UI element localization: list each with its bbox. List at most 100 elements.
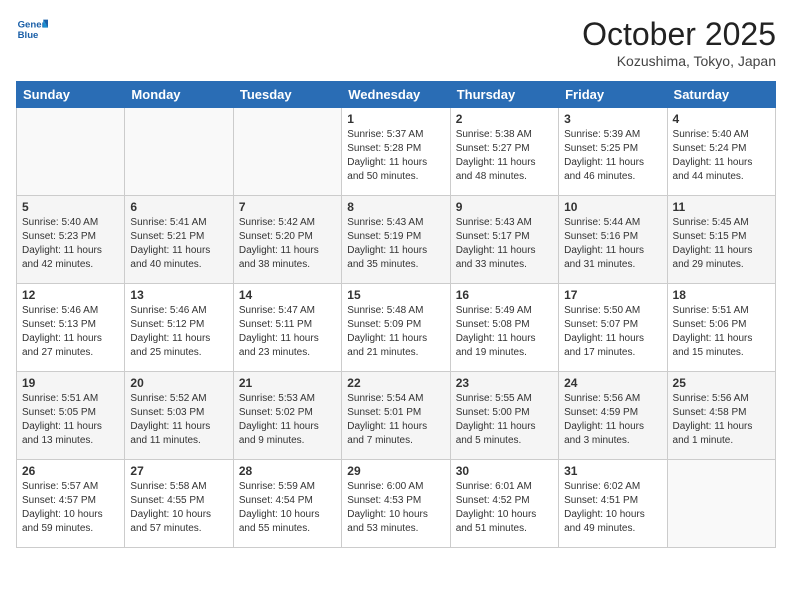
week-row-3: 12 Sunrise: 5:46 AM Sunset: 5:13 PM Dayli… — [17, 284, 776, 372]
cell-info: Sunrise: 5:55 AM Sunset: 5:00 PM Dayligh… — [456, 392, 553, 448]
day-number: 9 — [456, 200, 553, 214]
cell-info: Sunrise: 5:57 AM Sunset: 4:57 PM Dayligh… — [22, 480, 119, 536]
calendar-cell: 27 Sunrise: 5:58 AM Sunset: 4:55 PM Dayli… — [125, 460, 233, 548]
calendar-cell: 5 Sunrise: 5:40 AM Sunset: 5:23 PM Daylig… — [17, 196, 125, 284]
calendar-cell: 8 Sunrise: 5:43 AM Sunset: 5:19 PM Daylig… — [342, 196, 450, 284]
calendar-cell — [125, 108, 233, 196]
cell-info: Sunrise: 6:00 AM Sunset: 4:53 PM Dayligh… — [347, 480, 444, 536]
page-header: General Blue October 2025 Kozushima, Tok… — [16, 16, 776, 69]
cell-info: Sunrise: 5:58 AM Sunset: 4:55 PM Dayligh… — [130, 480, 227, 536]
cell-info: Sunrise: 6:01 AM Sunset: 4:52 PM Dayligh… — [456, 480, 553, 536]
day-number: 18 — [673, 288, 770, 302]
day-number: 4 — [673, 112, 770, 126]
calendar-cell: 12 Sunrise: 5:46 AM Sunset: 5:13 PM Dayli… — [17, 284, 125, 372]
col-header-monday: Monday — [125, 82, 233, 108]
day-number: 20 — [130, 376, 227, 390]
day-number: 2 — [456, 112, 553, 126]
cell-info: Sunrise: 5:37 AM Sunset: 5:28 PM Dayligh… — [347, 128, 444, 184]
calendar-cell: 6 Sunrise: 5:41 AM Sunset: 5:21 PM Daylig… — [125, 196, 233, 284]
cell-info: Sunrise: 5:47 AM Sunset: 5:11 PM Dayligh… — [239, 304, 336, 360]
col-header-sunday: Sunday — [17, 82, 125, 108]
location: Kozushima, Tokyo, Japan — [582, 53, 776, 69]
cell-info: Sunrise: 5:46 AM Sunset: 5:13 PM Dayligh… — [22, 304, 119, 360]
calendar-cell: 31 Sunrise: 6:02 AM Sunset: 4:51 PM Dayli… — [559, 460, 667, 548]
svg-text:Blue: Blue — [18, 30, 39, 41]
cell-info: Sunrise: 5:56 AM Sunset: 4:58 PM Dayligh… — [673, 392, 770, 448]
calendar-cell: 4Sunrise: 5:40 AM Sunset: 5:24 PM Daylig… — [667, 108, 775, 196]
cell-info: Sunrise: 5:39 AM Sunset: 5:25 PM Dayligh… — [564, 128, 661, 184]
calendar-cell: 22 Sunrise: 5:54 AM Sunset: 5:01 PM Dayli… — [342, 372, 450, 460]
day-number: 6 — [130, 200, 227, 214]
logo: General Blue — [16, 16, 48, 44]
calendar-cell: 3 Sunrise: 5:39 AM Sunset: 5:25 PM Daylig… — [559, 108, 667, 196]
calendar-cell: 15Sunrise: 5:48 AM Sunset: 5:09 PM Dayli… — [342, 284, 450, 372]
cell-info: Sunrise: 5:46 AM Sunset: 5:12 PM Dayligh… — [130, 304, 227, 360]
day-number: 3 — [564, 112, 661, 126]
cell-info: Sunrise: 5:50 AM Sunset: 5:07 PM Dayligh… — [564, 304, 661, 360]
calendar-cell: 20 Sunrise: 5:52 AM Sunset: 5:03 PM Dayli… — [125, 372, 233, 460]
col-header-thursday: Thursday — [450, 82, 558, 108]
calendar-cell: 11 Sunrise: 5:45 AM Sunset: 5:15 PM Dayli… — [667, 196, 775, 284]
day-number: 21 — [239, 376, 336, 390]
cell-info: Sunrise: 5:54 AM Sunset: 5:01 PM Dayligh… — [347, 392, 444, 448]
calendar-cell: 13Sunrise: 5:46 AM Sunset: 5:12 PM Dayli… — [125, 284, 233, 372]
col-header-wednesday: Wednesday — [342, 82, 450, 108]
calendar-table: SundayMondayTuesdayWednesdayThursdayFrid… — [16, 81, 776, 548]
cell-info: Sunrise: 5:42 AM Sunset: 5:20 PM Dayligh… — [239, 216, 336, 272]
day-number: 14 — [239, 288, 336, 302]
day-number: 31 — [564, 464, 661, 478]
cell-info: Sunrise: 5:49 AM Sunset: 5:08 PM Dayligh… — [456, 304, 553, 360]
day-number: 19 — [22, 376, 119, 390]
calendar-cell — [233, 108, 341, 196]
day-number: 17 — [564, 288, 661, 302]
cell-info: Sunrise: 5:53 AM Sunset: 5:02 PM Dayligh… — [239, 392, 336, 448]
day-number: 12 — [22, 288, 119, 302]
day-number: 5 — [22, 200, 119, 214]
calendar-cell: 28 Sunrise: 5:59 AM Sunset: 4:54 PM Dayli… — [233, 460, 341, 548]
calendar-cell: 18 Sunrise: 5:51 AM Sunset: 5:06 PM Dayli… — [667, 284, 775, 372]
col-header-tuesday: Tuesday — [233, 82, 341, 108]
day-number: 15 — [347, 288, 444, 302]
calendar-cell: 9Sunrise: 5:43 AM Sunset: 5:17 PM Daylig… — [450, 196, 558, 284]
col-header-saturday: Saturday — [667, 82, 775, 108]
day-number: 27 — [130, 464, 227, 478]
day-number: 8 — [347, 200, 444, 214]
day-number: 7 — [239, 200, 336, 214]
month-title: October 2025 — [582, 16, 776, 53]
calendar-cell: 17 Sunrise: 5:50 AM Sunset: 5:07 PM Dayli… — [559, 284, 667, 372]
cell-info: Sunrise: 5:45 AM Sunset: 5:15 PM Dayligh… — [673, 216, 770, 272]
calendar-cell: 14 Sunrise: 5:47 AM Sunset: 5:11 PM Dayli… — [233, 284, 341, 372]
cell-info: Sunrise: 5:44 AM Sunset: 5:16 PM Dayligh… — [564, 216, 661, 272]
cell-info: Sunrise: 5:38 AM Sunset: 5:27 PM Dayligh… — [456, 128, 553, 184]
calendar-cell: 29 Sunrise: 6:00 AM Sunset: 4:53 PM Dayli… — [342, 460, 450, 548]
calendar-cell: 1 Sunrise: 5:37 AM Sunset: 5:28 PM Daylig… — [342, 108, 450, 196]
day-number: 11 — [673, 200, 770, 214]
calendar-cell: 30Sunrise: 6:01 AM Sunset: 4:52 PM Dayli… — [450, 460, 558, 548]
week-row-4: 19 Sunrise: 5:51 AM Sunset: 5:05 PM Dayli… — [17, 372, 776, 460]
day-number: 25 — [673, 376, 770, 390]
calendar-cell: 16 Sunrise: 5:49 AM Sunset: 5:08 PM Dayli… — [450, 284, 558, 372]
calendar-cell: 10 Sunrise: 5:44 AM Sunset: 5:16 PM Dayli… — [559, 196, 667, 284]
cell-info: Sunrise: 6:02 AM Sunset: 4:51 PM Dayligh… — [564, 480, 661, 536]
logo-icon: General Blue — [16, 16, 48, 44]
calendar-cell: 25 Sunrise: 5:56 AM Sunset: 4:58 PM Dayli… — [667, 372, 775, 460]
title-block: October 2025 Kozushima, Tokyo, Japan — [582, 16, 776, 69]
cell-info: Sunrise: 5:56 AM Sunset: 4:59 PM Dayligh… — [564, 392, 661, 448]
day-number: 16 — [456, 288, 553, 302]
cell-info: Sunrise: 5:51 AM Sunset: 5:05 PM Dayligh… — [22, 392, 119, 448]
day-number: 29 — [347, 464, 444, 478]
cell-info: Sunrise: 5:43 AM Sunset: 5:19 PM Dayligh… — [347, 216, 444, 272]
day-number: 26 — [22, 464, 119, 478]
cell-info: Sunrise: 5:41 AM Sunset: 5:21 PM Dayligh… — [130, 216, 227, 272]
day-number: 1 — [347, 112, 444, 126]
day-number: 10 — [564, 200, 661, 214]
cell-info: Sunrise: 5:59 AM Sunset: 4:54 PM Dayligh… — [239, 480, 336, 536]
day-number: 23 — [456, 376, 553, 390]
calendar-cell: 23 Sunrise: 5:55 AM Sunset: 5:00 PM Dayli… — [450, 372, 558, 460]
day-number: 28 — [239, 464, 336, 478]
cell-info: Sunrise: 5:40 AM Sunset: 5:23 PM Dayligh… — [22, 216, 119, 272]
day-number: 22 — [347, 376, 444, 390]
calendar-cell: 19 Sunrise: 5:51 AM Sunset: 5:05 PM Dayli… — [17, 372, 125, 460]
cell-info: Sunrise: 5:52 AM Sunset: 5:03 PM Dayligh… — [130, 392, 227, 448]
cell-info: Sunrise: 5:51 AM Sunset: 5:06 PM Dayligh… — [673, 304, 770, 360]
